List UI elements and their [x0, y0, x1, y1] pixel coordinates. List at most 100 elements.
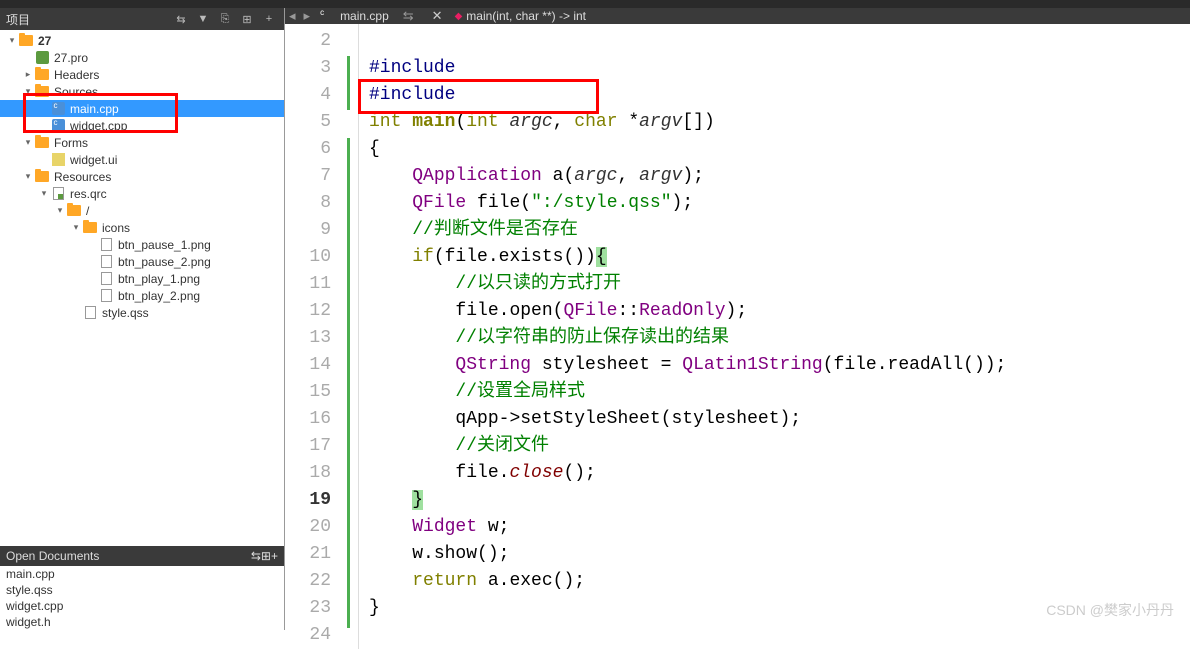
- tree-item-label: widget.cpp: [70, 119, 127, 133]
- project-tree[interactable]: ▾ 2727.pro▸Headers ▾ Sources main.cpp widget.…: [0, 30, 284, 546]
- expander-icon[interactable]: ▾: [70, 222, 82, 233]
- editor-tabs: ◂ ▸ main.cpp ⇆ ✕ ◆ main(int, char **) ->…: [285, 8, 1190, 24]
- expander-icon[interactable]: ▸: [22, 69, 34, 80]
- folder-icon: [82, 221, 98, 235]
- line-number: 20: [285, 514, 331, 541]
- expander-icon[interactable]: ▾: [54, 205, 66, 216]
- editor-area: ◂ ▸ main.cpp ⇆ ✕ ◆ main(int, char **) ->…: [285, 8, 1190, 630]
- tree-item[interactable]: ▸Headers: [0, 66, 284, 83]
- tree-item[interactable]: widget.cpp: [0, 117, 284, 134]
- open-docs-list[interactable]: main.cppstyle.qsswidget.cppwidget.h: [0, 566, 284, 630]
- file-icon: [98, 255, 114, 269]
- expander-icon[interactable]: ▾: [22, 171, 34, 182]
- cpp-icon: [50, 102, 66, 116]
- file-icon: [82, 306, 98, 320]
- line-number: 22: [285, 568, 331, 595]
- line-number: 14: [285, 352, 331, 379]
- tab-filename[interactable]: main.cpp: [340, 9, 389, 23]
- tree-item-label: /: [86, 204, 89, 218]
- code-editor[interactable]: 23456789101112131415161718192021222324 #…: [285, 24, 1190, 649]
- line-number: 6: [285, 136, 331, 163]
- split-icon[interactable]: ⊞: [238, 11, 256, 27]
- breadcrumb[interactable]: ◆ main(int, char **) -> int: [455, 9, 586, 23]
- line-number: 4: [285, 82, 331, 109]
- line-number: 24: [285, 622, 331, 649]
- file-icon: [98, 289, 114, 303]
- code-content[interactable]: #include #include int main(int argc, cha…: [359, 24, 1190, 649]
- tree-item-label: Sources: [54, 85, 98, 99]
- tree-item[interactable]: ▾ Forms: [0, 134, 284, 151]
- tree-item-label: 27: [38, 34, 51, 48]
- tree-item-label: Forms: [54, 136, 88, 150]
- dropdown-icon[interactable]: ⇆: [172, 11, 190, 27]
- line-number: 17: [285, 433, 331, 460]
- chevron-left-icon[interactable]: ◂: [289, 8, 296, 24]
- line-number: 8: [285, 190, 331, 217]
- fold-column[interactable]: [345, 24, 359, 649]
- breadcrumb-text: main(int, char **) -> int: [466, 9, 586, 23]
- filter-icon[interactable]: ▼: [194, 11, 212, 27]
- folder-icon: [66, 204, 82, 218]
- open-doc-item[interactable]: main.cpp: [0, 566, 284, 582]
- line-number: 18: [285, 460, 331, 487]
- split-chevron-icon[interactable]: ⇆: [403, 8, 414, 24]
- link-icon[interactable]: ⎘: [216, 11, 234, 27]
- project-sidebar: 项目 ⇆ ▼ ⎘ ⊞ + ▾ 2727.pro▸Headers ▾ Sources ma…: [0, 8, 285, 630]
- tree-item-label: Resources: [54, 170, 111, 184]
- cpp-icon: [50, 119, 66, 133]
- tree-item[interactable]: ▾/: [0, 202, 284, 219]
- tree-item-label: btn_play_1.png: [118, 272, 200, 286]
- open-doc-item[interactable]: widget.h: [0, 614, 284, 630]
- add-icon[interactable]: +: [260, 11, 278, 27]
- tree-item-label: main.cpp: [70, 102, 119, 116]
- expander-icon[interactable]: ▾: [22, 86, 34, 97]
- tree-item[interactable]: btn_pause_1.png: [0, 236, 284, 253]
- diamond-icon: ◆: [455, 11, 463, 22]
- file-icon: [98, 238, 114, 252]
- close-icon[interactable]: ✕: [428, 8, 447, 24]
- open-docs-header: Open Documents ⇆ ⊞ +: [0, 546, 284, 566]
- line-gutter: 23456789101112131415161718192021222324: [285, 24, 345, 649]
- tree-item-label: 27.pro: [54, 51, 88, 65]
- line-number: 21: [285, 541, 331, 568]
- tree-item-label: icons: [102, 221, 130, 235]
- open-doc-item[interactable]: widget.cpp: [0, 598, 284, 614]
- line-number: 5: [285, 109, 331, 136]
- tree-item[interactable]: btn_play_1.png: [0, 270, 284, 287]
- file-icon: [98, 272, 114, 286]
- tree-item-label: btn_pause_2.png: [118, 255, 211, 269]
- expander-icon[interactable]: ▾: [22, 137, 34, 148]
- chevron-right-icon[interactable]: ▸: [304, 8, 311, 24]
- dropdown-icon[interactable]: ⇆: [251, 549, 261, 563]
- line-number: 12: [285, 298, 331, 325]
- add-icon[interactable]: +: [271, 549, 278, 563]
- tree-item-label: btn_pause_1.png: [118, 238, 211, 252]
- tree-item[interactable]: ▾ Sources: [0, 83, 284, 100]
- tree-item[interactable]: 27.pro: [0, 49, 284, 66]
- tree-item[interactable]: btn_pause_2.png: [0, 253, 284, 270]
- line-number: 10: [285, 244, 331, 271]
- tree-item[interactable]: ▾ 27: [0, 32, 284, 49]
- tree-item[interactable]: ▾ res.qrc: [0, 185, 284, 202]
- open-docs-title: Open Documents: [6, 549, 251, 563]
- line-number: 9: [285, 217, 331, 244]
- folder-icon: [34, 170, 50, 184]
- open-doc-item[interactable]: style.qss: [0, 582, 284, 598]
- cpp-icon: [318, 9, 332, 23]
- tree-item-label: res.qrc: [70, 187, 107, 201]
- tree-item[interactable]: ▾ icons: [0, 219, 284, 236]
- line-number: 7: [285, 163, 331, 190]
- expander-icon[interactable]: ▾: [38, 188, 50, 199]
- tree-item-label: widget.ui: [70, 153, 117, 167]
- tree-item[interactable]: widget.ui: [0, 151, 284, 168]
- tree-item[interactable]: style.qss: [0, 304, 284, 321]
- tree-item[interactable]: btn_play_2.png: [0, 287, 284, 304]
- split-icon[interactable]: ⊞: [261, 549, 271, 563]
- line-number: 23: [285, 595, 331, 622]
- tree-item[interactable]: ▾ Resources: [0, 168, 284, 185]
- folder-icon: [34, 136, 50, 150]
- tree-item[interactable]: main.cpp: [0, 100, 284, 117]
- ui-icon: [50, 153, 66, 167]
- expander-icon[interactable]: ▾: [6, 35, 18, 46]
- sidebar-header: 项目 ⇆ ▼ ⎘ ⊞ +: [0, 8, 284, 30]
